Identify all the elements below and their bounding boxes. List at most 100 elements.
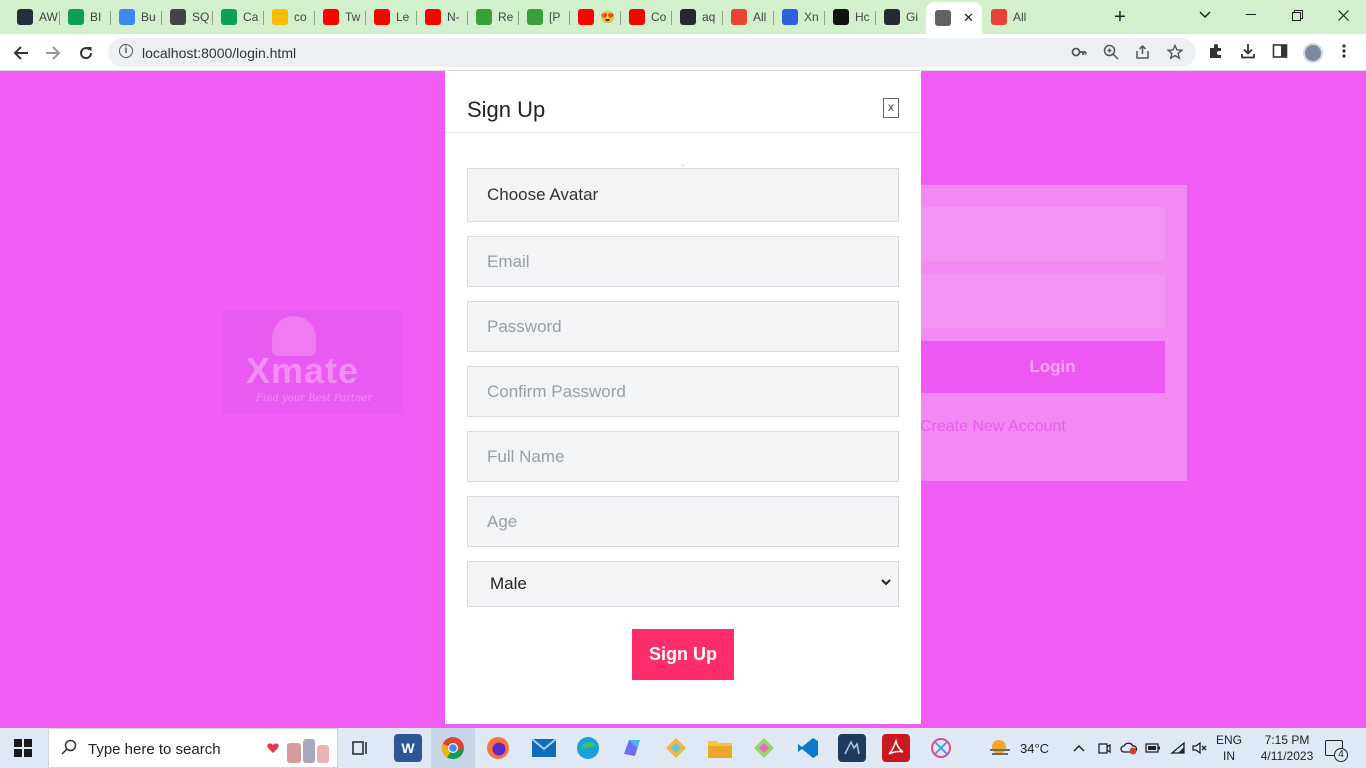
tab-title: 😍 — [600, 10, 615, 24]
password-field[interactable]: Password — [467, 301, 899, 352]
signup-modal: Sign Up x Choose Avatar Email Password C… — [445, 71, 921, 724]
tab-title: Co — [651, 10, 667, 24]
browser-tab[interactable]: [P — [518, 3, 569, 31]
brand-logo: Xmate Find your Best Partner — [222, 310, 403, 414]
github-icon — [680, 9, 696, 25]
word-app-icon[interactable]: W — [394, 734, 422, 762]
tab-title: N- — [447, 10, 460, 24]
notification-count: 4 — [1334, 748, 1348, 762]
weather-temp: 34°C — [1020, 740, 1050, 756]
browser-tab[interactable]: BI — [59, 3, 110, 31]
back-button[interactable] — [8, 40, 34, 66]
taskbar-search[interactable]: Type here to search — [48, 728, 338, 768]
full-name-field[interactable]: Full Name — [467, 431, 899, 482]
side-panel-icon[interactable] — [1270, 43, 1290, 63]
browser-tab[interactable]: Xn — [773, 3, 824, 31]
weather-widget[interactable]: 34°C — [988, 728, 1049, 768]
battery-icon[interactable] — [1145, 728, 1161, 768]
browser-tab[interactable]: All — [722, 3, 773, 31]
firefox-app-icon[interactable] — [484, 734, 512, 762]
show-hidden-icons-icon[interactable] — [1073, 728, 1085, 768]
volume-muted-icon[interactable] — [1192, 728, 1208, 768]
chrome-app-icon[interactable] — [439, 734, 467, 762]
key-icon[interactable] — [1070, 44, 1088, 62]
download-icon[interactable] — [1238, 43, 1258, 63]
acrobat-app-icon[interactable] — [882, 734, 910, 762]
close-tab-icon[interactable]: ✕ — [963, 10, 974, 26]
browser-tab-strip: AW BI Bu SQ Ca co Tw Le N- Re [P 😍 Co aq All Xn Hc Gi ✕ All… — [0, 0, 1366, 34]
file-explorer-icon[interactable] — [706, 734, 734, 762]
mail-app-icon[interactable] — [530, 734, 558, 762]
email-field[interactable]: Email — [467, 236, 899, 287]
browser-tab[interactable]: Re — [467, 3, 518, 31]
browser-tab[interactable]: co — [263, 3, 314, 31]
gender-select-value: Male — [490, 574, 527, 593]
gender-select[interactable]: Male — [467, 561, 899, 607]
youtube-icon — [629, 9, 645, 25]
browser-tab[interactable]: ✕ — [926, 2, 982, 34]
login-password-field[interactable] — [920, 274, 1165, 328]
browser-tab[interactable]: Le — [365, 3, 416, 31]
login-button[interactable]: Login — [920, 341, 1165, 393]
reload-button[interactable] — [73, 40, 99, 66]
age-field[interactable]: Age — [467, 496, 899, 547]
browser-tab[interactable]: 😍 — [569, 3, 620, 31]
youtube-icon — [578, 9, 594, 25]
browser-tab[interactable]: All — [982, 3, 1033, 31]
page-body: Xmate Find your Best Partner Login Creat… — [0, 71, 1366, 728]
git-tool-2-icon[interactable] — [750, 734, 778, 762]
new-tab-button[interactable]: + — [1110, 6, 1130, 29]
aws-icon — [17, 9, 33, 25]
browser-tab[interactable]: Co — [620, 3, 671, 31]
onedrive-icon[interactable] — [1120, 728, 1138, 768]
login-email-field[interactable] — [920, 207, 1165, 261]
vscode-app-icon[interactable] — [794, 734, 822, 762]
forward-button[interactable] — [40, 40, 66, 66]
confirm-password-field[interactable]: Confirm Password — [467, 366, 899, 417]
site-info-icon[interactable]: i — [119, 44, 133, 58]
leaf-icon — [476, 9, 492, 25]
restore-button[interactable] — [1274, 0, 1320, 30]
terminal-app-icon[interactable] — [838, 734, 866, 762]
share-icon[interactable] — [1134, 44, 1152, 62]
close-window-button[interactable] — [1320, 0, 1366, 30]
task-view-icon[interactable] — [346, 734, 374, 762]
tab-search-chevron-icon[interactable] — [1182, 0, 1228, 30]
edge-app-icon[interactable] — [574, 734, 602, 762]
choose-avatar-field[interactable]: Choose Avatar — [467, 168, 899, 222]
menu-icon[interactable] — [1334, 43, 1354, 63]
extensions-icon[interactable] — [1206, 43, 1226, 63]
meet-now-icon[interactable] — [1097, 728, 1111, 768]
snipping-tool-icon[interactable] — [927, 734, 955, 762]
zoom-icon[interactable] — [1102, 44, 1120, 62]
signup-button[interactable]: Sign Up — [632, 629, 734, 680]
logo-wordmark: Xmate — [246, 350, 360, 391]
git-tool-icon[interactable] — [662, 734, 690, 762]
browser-tab[interactable]: aq — [671, 3, 722, 31]
modal-close-button[interactable]: x — [883, 98, 899, 118]
bookmark-icon — [782, 9, 798, 25]
language-indicator[interactable]: ENG IN — [1216, 732, 1242, 764]
address-bar[interactable]: i localhost:8000/login.html — [108, 38, 1196, 67]
browser-tab[interactable]: Gi — [875, 3, 926, 31]
browser-tab[interactable]: Ca — [212, 3, 263, 31]
browser-tab[interactable]: AW — [8, 3, 59, 31]
wifi-icon[interactable] — [1170, 728, 1186, 768]
windows-start-icon[interactable] — [14, 739, 32, 757]
youtube-icon — [425, 9, 441, 25]
browser-tab[interactable]: SQ — [161, 3, 212, 31]
browser-tab[interactable]: Tw — [314, 3, 365, 31]
browser-tab[interactable]: Bu — [110, 3, 161, 31]
browser-tab[interactable]: N- — [416, 3, 467, 31]
bookmark-star-icon[interactable] — [1166, 43, 1184, 62]
tab-title: aq — [702, 10, 716, 24]
tab-title: AW — [39, 10, 58, 24]
tab-title: Ca — [243, 10, 259, 24]
browser-tab[interactable]: Hc — [824, 3, 875, 31]
create-account-link[interactable]: Create New Account — [920, 418, 1066, 436]
copilot-app-icon[interactable] — [618, 734, 646, 762]
hackerrank-icon — [833, 9, 849, 25]
system-clock[interactable]: 7:15 PM 4/11/2023 — [1252, 732, 1322, 764]
profile-avatar[interactable] — [1303, 43, 1323, 63]
minimize-button[interactable] — [1228, 0, 1274, 30]
